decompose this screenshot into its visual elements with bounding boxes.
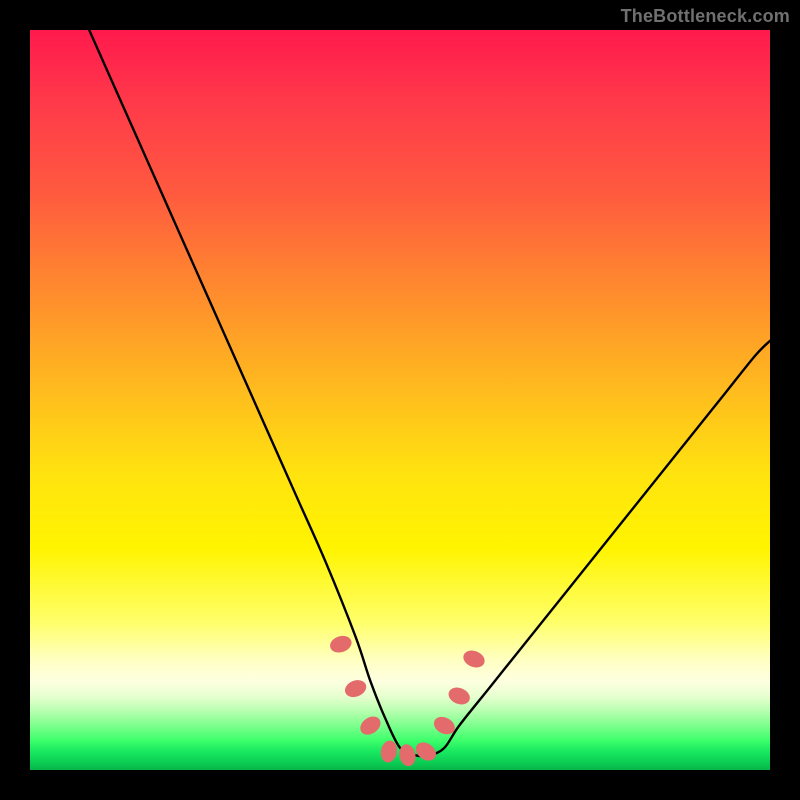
- curve-marker-group: [328, 633, 487, 767]
- curve-marker: [328, 633, 354, 655]
- chart-frame: TheBottleneck.com: [0, 0, 800, 800]
- curve-marker: [357, 713, 384, 739]
- plot-area: [30, 30, 770, 770]
- curve-marker: [342, 677, 368, 700]
- attribution-label: TheBottleneck.com: [621, 6, 790, 27]
- bottleneck-curve-svg: [30, 30, 770, 770]
- curve-marker: [412, 739, 439, 765]
- curve-marker: [461, 647, 487, 670]
- curve-marker: [446, 684, 472, 707]
- bottleneck-curve-line: [89, 30, 770, 756]
